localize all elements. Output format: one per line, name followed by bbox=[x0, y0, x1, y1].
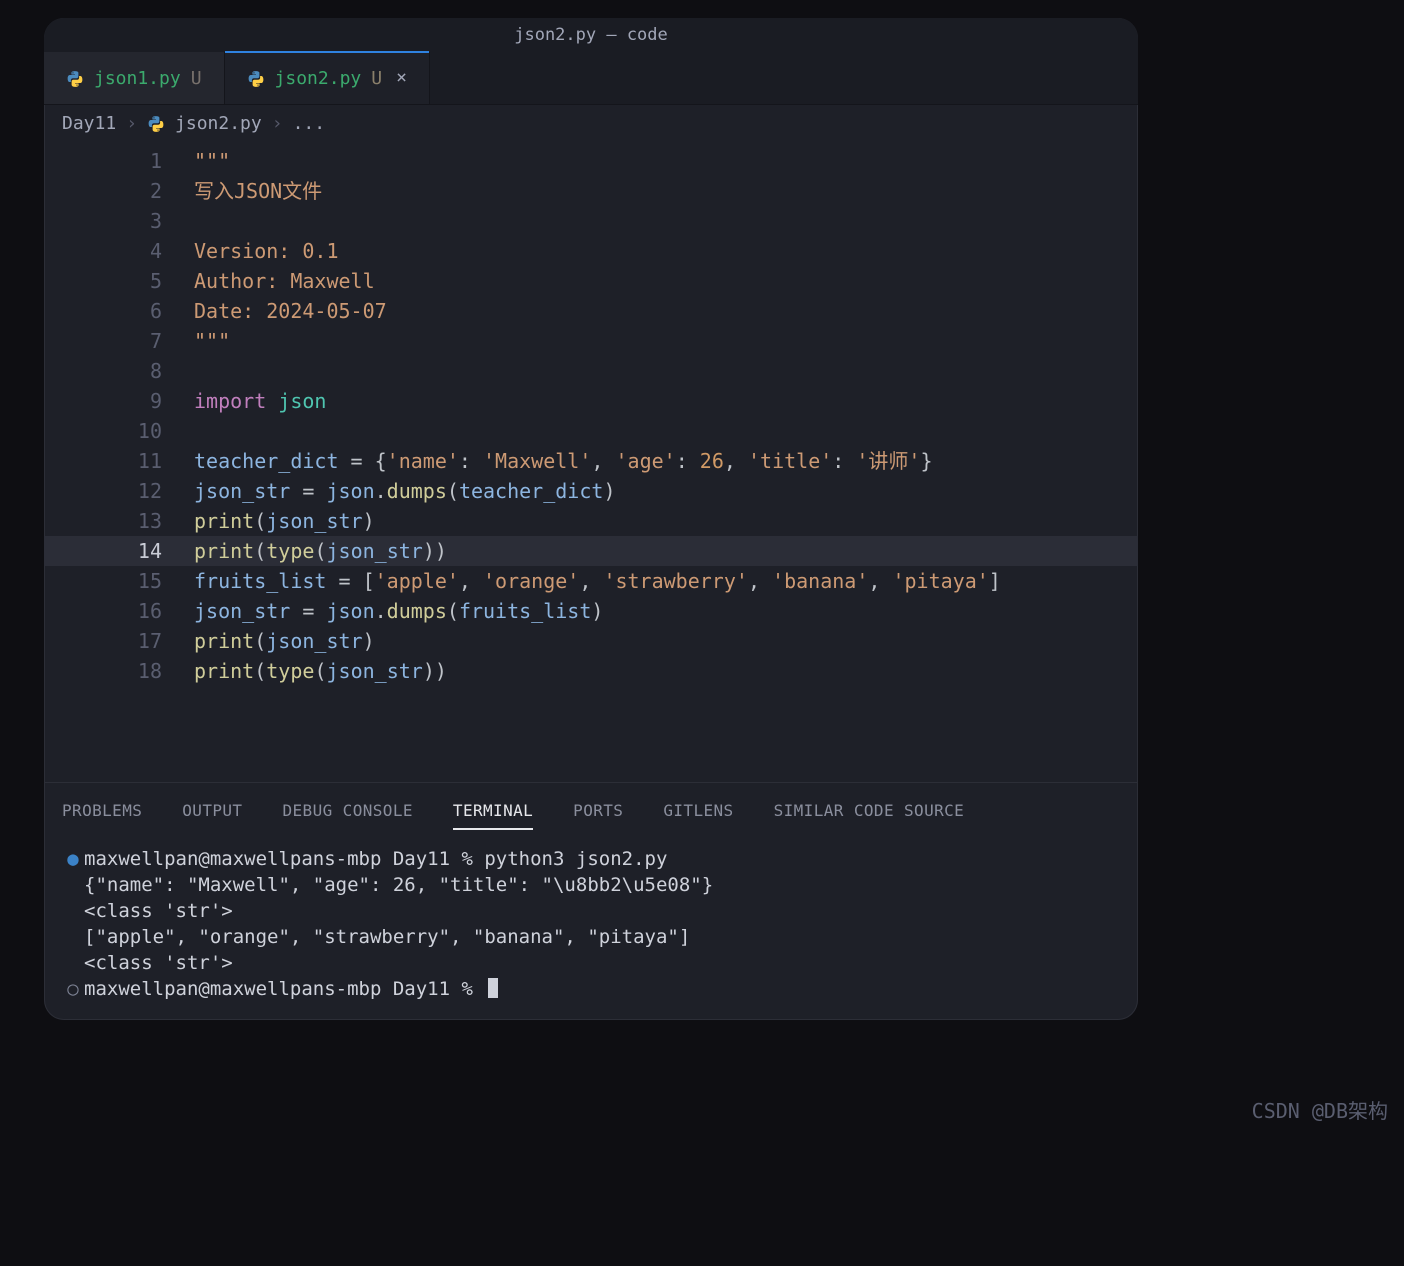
line-number: 8 bbox=[44, 356, 194, 386]
tab-modified-badge: U bbox=[191, 68, 202, 89]
code-content[interactable]: json_str = json.dumps(fruits_list) bbox=[194, 596, 603, 626]
code-content[interactable]: """ bbox=[194, 146, 230, 176]
line-number: 14 bbox=[44, 536, 194, 566]
code-content[interactable]: print(json_str) bbox=[194, 506, 375, 536]
tab-modified-badge: U bbox=[371, 68, 382, 89]
line-number: 4 bbox=[44, 236, 194, 266]
code-line[interactable]: 3 bbox=[44, 206, 1138, 236]
line-number: 6 bbox=[44, 296, 194, 326]
panel-tab-bar: PROBLEMS OUTPUT DEBUG CONSOLE TERMINAL PORTS… bbox=[44, 801, 1138, 846]
terminal-line: ["apple", "orange", "strawberry", "banan… bbox=[62, 924, 1120, 950]
editor-window: json2.py — code json1.py Ujson2.py U × Day1… bbox=[44, 18, 1138, 1020]
terminal-text: <class 'str'> bbox=[84, 950, 233, 976]
line-number: 7 bbox=[44, 326, 194, 356]
line-number: 12 bbox=[44, 476, 194, 506]
terminal-line: ●maxwellpan@maxwellpans-mbp Day11 % pyth… bbox=[62, 846, 1120, 872]
breadcrumb-segment[interactable]: Day11 bbox=[62, 113, 116, 134]
terminal-line: ○maxwellpan@maxwellpans-mbp Day11 % bbox=[62, 976, 1120, 1002]
code-content[interactable]: json_str = json.dumps(teacher_dict) bbox=[194, 476, 615, 506]
code-line[interactable]: 17print(json_str) bbox=[44, 626, 1138, 656]
terminal-line: {"name": "Maxwell", "age": 26, "title": … bbox=[62, 872, 1120, 898]
code-content[interactable]: print(json_str) bbox=[194, 626, 375, 656]
terminal-line: <class 'str'> bbox=[62, 950, 1120, 976]
panel-tab-similar-code-source[interactable]: SIMILAR CODE SOURCE bbox=[774, 801, 965, 830]
code-content[interactable]: fruits_list = ['apple', 'orange', 'straw… bbox=[194, 566, 1001, 596]
line-number: 1 bbox=[44, 146, 194, 176]
code-content[interactable]: """ bbox=[194, 326, 230, 356]
code-content[interactable]: Date: 2024-05-07 bbox=[194, 296, 387, 326]
code-line[interactable]: 10 bbox=[44, 416, 1138, 446]
line-number: 18 bbox=[44, 656, 194, 686]
code-line[interactable]: 16json_str = json.dumps(fruits_list) bbox=[44, 596, 1138, 626]
code-content[interactable]: print(type(json_str)) bbox=[194, 536, 447, 566]
terminal-output[interactable]: ●maxwellpan@maxwellpans-mbp Day11 % pyth… bbox=[44, 846, 1138, 1002]
tab-filename: json2.py bbox=[275, 68, 362, 89]
line-number: 16 bbox=[44, 596, 194, 626]
tab-json1-py[interactable]: json1.py U bbox=[44, 52, 225, 104]
titlebar: json2.py — code bbox=[44, 18, 1138, 52]
breadcrumb[interactable]: Day11 › json2.py ›... bbox=[44, 105, 1138, 142]
code-line[interactable]: 6Date: 2024-05-07 bbox=[44, 296, 1138, 326]
code-line[interactable]: 5Author: Maxwell bbox=[44, 266, 1138, 296]
panel-tab-debug-console[interactable]: DEBUG CONSOLE bbox=[282, 801, 412, 830]
terminal-text: <class 'str'> bbox=[84, 898, 233, 924]
terminal-text: maxwellpan@maxwellpans-mbp Day11 % pytho… bbox=[84, 846, 667, 872]
code-content[interactable]: print(type(json_str)) bbox=[194, 656, 447, 686]
python-icon bbox=[147, 115, 165, 133]
tab-bar: json1.py Ujson2.py U × bbox=[44, 52, 1138, 105]
line-number: 5 bbox=[44, 266, 194, 296]
code-line[interactable]: 7""" bbox=[44, 326, 1138, 356]
terminal-text: ["apple", "orange", "strawberry", "banan… bbox=[84, 924, 690, 950]
code-line[interactable]: 14print(type(json_str)) bbox=[44, 536, 1138, 566]
code-line[interactable]: 2写入JSON文件 bbox=[44, 176, 1138, 206]
code-line[interactable]: 13print(json_str) bbox=[44, 506, 1138, 536]
breadcrumb-separator: › bbox=[126, 113, 137, 134]
code-content[interactable]: Version: 0.1 bbox=[194, 236, 339, 266]
code-line[interactable]: 11teacher_dict = {'name': 'Maxwell', 'ag… bbox=[44, 446, 1138, 476]
terminal-text: {"name": "Maxwell", "age": 26, "title": … bbox=[84, 872, 713, 898]
code-line[interactable]: 9import json bbox=[44, 386, 1138, 416]
python-icon bbox=[66, 70, 84, 88]
line-number: 11 bbox=[44, 446, 194, 476]
bottom-panel: PROBLEMS OUTPUT DEBUG CONSOLE TERMINAL PORTS… bbox=[44, 782, 1138, 1020]
terminal-text: maxwellpan@maxwellpans-mbp Day11 % bbox=[84, 976, 498, 1002]
panel-tab-ports[interactable]: PORTS bbox=[573, 801, 623, 830]
code-content[interactable]: teacher_dict = {'name': 'Maxwell', 'age'… bbox=[194, 446, 933, 476]
code-content[interactable]: 写入JSON文件 bbox=[194, 176, 322, 206]
panel-tab-gitlens[interactable]: GITLENS bbox=[663, 801, 733, 830]
line-number: 2 bbox=[44, 176, 194, 206]
line-number: 17 bbox=[44, 626, 194, 656]
code-line[interactable]: 15fruits_list = ['apple', 'orange', 'str… bbox=[44, 566, 1138, 596]
code-editor[interactable]: 1"""2写入JSON文件34Version: 0.15Author: Maxw… bbox=[44, 142, 1138, 782]
tab-filename: json1.py bbox=[94, 68, 181, 89]
terminal-line: <class 'str'> bbox=[62, 898, 1120, 924]
watermark: CSDN @DB架构 bbox=[1252, 1095, 1388, 1124]
panel-tab-output[interactable]: OUTPUT bbox=[182, 801, 242, 830]
breadcrumb-segment[interactable]: ... bbox=[293, 113, 326, 134]
prompt-bullet-icon: ● bbox=[62, 846, 84, 872]
line-number: 9 bbox=[44, 386, 194, 416]
tab-json2-py[interactable]: json2.py U × bbox=[225, 52, 430, 104]
code-content[interactable]: import json bbox=[194, 386, 326, 416]
python-icon bbox=[247, 70, 265, 88]
terminal-cursor bbox=[488, 978, 498, 998]
line-number: 13 bbox=[44, 506, 194, 536]
panel-tab-problems[interactable]: PROBLEMS bbox=[62, 801, 142, 830]
code-line[interactable]: 8 bbox=[44, 356, 1138, 386]
code-line[interactable]: 18print(type(json_str)) bbox=[44, 656, 1138, 686]
prompt-bullet-icon: ○ bbox=[62, 976, 84, 1002]
code-line[interactable]: 12json_str = json.dumps(teacher_dict) bbox=[44, 476, 1138, 506]
line-number: 3 bbox=[44, 206, 194, 236]
line-number: 10 bbox=[44, 416, 194, 446]
code-line[interactable]: 1""" bbox=[44, 146, 1138, 176]
line-number: 15 bbox=[44, 566, 194, 596]
panel-tab-terminal[interactable]: TERMINAL bbox=[453, 801, 533, 830]
close-icon[interactable]: × bbox=[396, 69, 407, 87]
window-title: json2.py — code bbox=[514, 25, 668, 45]
breadcrumb-segment[interactable]: json2.py bbox=[175, 113, 262, 134]
breadcrumb-separator: › bbox=[272, 113, 283, 134]
code-line[interactable]: 4Version: 0.1 bbox=[44, 236, 1138, 266]
code-content[interactable]: Author: Maxwell bbox=[194, 266, 375, 296]
